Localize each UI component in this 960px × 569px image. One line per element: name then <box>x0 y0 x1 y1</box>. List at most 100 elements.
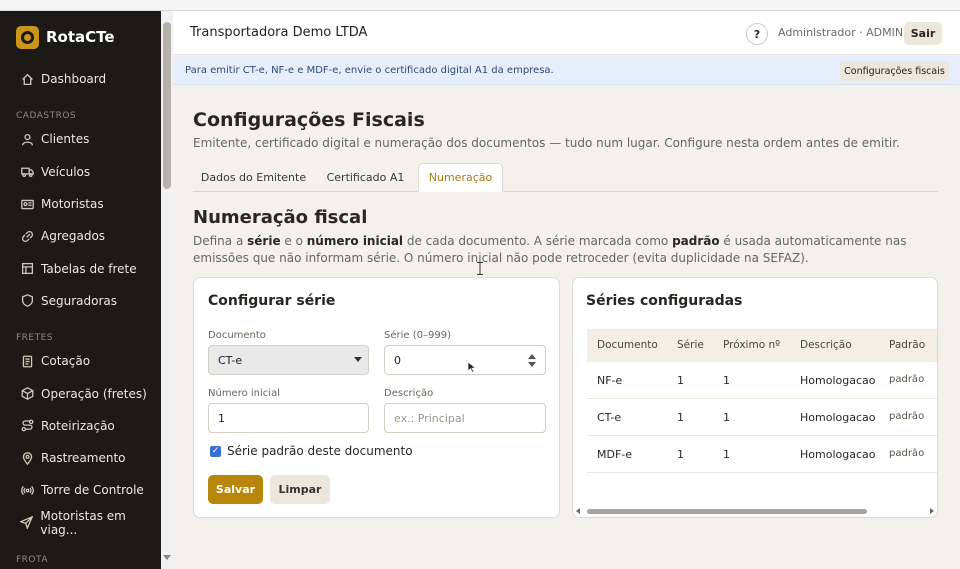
map-pin-icon <box>20 451 34 465</box>
logout-button[interactable]: Sair <box>904 22 942 45</box>
sidebar-item-cotacao[interactable]: Cotação <box>0 345 161 377</box>
cell-proximo: 1 <box>723 411 730 424</box>
numero-inicial-label: Número inicial <box>208 388 280 399</box>
mouse-pointer-icon <box>467 361 477 373</box>
descricao-input[interactable]: ex.: Principal <box>384 403 546 433</box>
sidebar-item-roteirizacao[interactable]: Roteirização <box>0 410 161 442</box>
serie-label: Série (0–999) <box>384 330 451 341</box>
table-scrollbar-thumb[interactable] <box>587 509 867 514</box>
link-icon <box>20 229 34 243</box>
app-name: RotaCTe <box>46 28 115 46</box>
sidebar-item-rastreamento[interactable]: Rastreamento <box>0 442 161 474</box>
padrao-checkbox[interactable]: ✓ <box>210 446 221 457</box>
page-subtitle: Emitente, certificado digital e numeraçã… <box>193 136 900 150</box>
sidebar-item-label: Operação (fretes) <box>41 386 147 401</box>
banner-text: Para emitir CT-e, NF-e e MDF-e, envie o … <box>185 65 554 76</box>
document-icon <box>20 354 34 368</box>
sidebar-item-label: Rastreamento <box>41 451 126 466</box>
cell-documento: MDF-e <box>597 448 633 461</box>
cell-documento: NF-e <box>597 374 623 387</box>
box-icon <box>20 387 34 401</box>
clear-button[interactable]: Limpar <box>270 475 330 504</box>
scroll-down-icon[interactable] <box>163 555 171 560</box>
sidebar-item-label: Motoristas em viag... <box>40 508 126 537</box>
sidebar-item-label: Tabelas de frete <box>41 261 137 276</box>
sidebar-item-label: Roteirização <box>41 418 115 433</box>
padrao-badge: padrão <box>889 448 925 459</box>
column-header[interactable]: Próximo nº <box>723 339 780 351</box>
sidebar-scrollbar-thumb[interactable] <box>163 22 171 189</box>
padrao-badge: padrão <box>889 411 925 422</box>
page-title: Configurações Fiscais <box>193 109 425 131</box>
cell-serie: 1 <box>677 374 684 387</box>
sidebar-section-frota: FROTA <box>16 554 48 565</box>
column-header[interactable]: Série <box>677 339 704 351</box>
sidebar-item-label: Clientes <box>41 132 90 147</box>
logo-icon <box>16 25 39 49</box>
browser-top-strip <box>0 0 960 11</box>
brand[interactable]: RotaCTe <box>0 11 161 63</box>
sidebar-item-dashboard[interactable]: Dashboard <box>0 63 161 95</box>
descricao-label: Descrição <box>384 388 434 399</box>
table-horizontal-scrollbar[interactable] <box>575 505 936 517</box>
scroll-right-icon[interactable] <box>930 508 934 514</box>
column-header[interactable]: Padrão <box>889 339 925 351</box>
section-description: Defina a série e o número inicial de cad… <box>193 234 907 265</box>
sidebar-item-agregados[interactable]: Agregados <box>0 220 161 252</box>
table-row[interactable]: NF-e 1 1 Homologacao padrão <box>587 362 937 399</box>
cell-descricao: Homologacao <box>800 448 876 461</box>
sidebar-section-cadastros: CADASTROS <box>16 111 77 122</box>
cell-serie: 1 <box>677 411 684 424</box>
sidebar-item-label: Seguradoras <box>41 293 118 308</box>
documento-select[interactable]: CT-e <box>208 345 369 375</box>
sidebar-item-veiculos[interactable]: Veículos <box>0 156 161 188</box>
save-button[interactable]: Salvar <box>208 475 263 504</box>
user-label: Administrador · ADMIN <box>778 26 904 39</box>
sidebar-item-torre-controle[interactable]: Torre de Controle <box>0 474 161 506</box>
id-card-icon <box>20 197 34 211</box>
series-list-title: Séries configuradas <box>586 293 743 309</box>
table-row[interactable]: CT-e 1 1 Homologacao padrão <box>587 399 937 436</box>
user-icon <box>20 132 34 146</box>
sidebar: RotaCTe Dashboard CADASTROS Clientes Veí… <box>0 11 161 569</box>
fiscal-settings-button[interactable]: Configurações fiscais <box>840 61 949 81</box>
send-icon <box>20 516 34 530</box>
cell-proximo: 1 <box>723 448 730 461</box>
sidebar-item-tabelas-frete[interactable]: Tabelas de frete <box>0 252 161 284</box>
sidebar-item-motoristas[interactable]: Motoristas <box>0 188 161 220</box>
column-header[interactable]: Documento <box>597 339 658 351</box>
home-icon <box>20 72 34 86</box>
tab-certificado-a1[interactable]: Certificado A1 <box>319 163 412 192</box>
table-row[interactable]: MDF-e 1 1 Homologacao padrão <box>587 436 937 473</box>
company-name: Transportadora Demo LTDA <box>190 25 368 40</box>
tab-numeracao[interactable]: Numeração <box>418 163 503 192</box>
sidebar-item-clientes[interactable]: Clientes <box>0 123 161 155</box>
form-title: Configurar série <box>208 293 336 309</box>
numero-inicial-input[interactable]: 1 <box>208 403 369 433</box>
stepper-icon[interactable] <box>528 354 536 368</box>
sidebar-item-seguradoras[interactable]: Seguradoras <box>0 285 161 317</box>
sidebar-item-label: Veículos <box>41 164 91 179</box>
padrao-checkbox-label[interactable]: Série padrão deste documento <box>227 444 413 458</box>
section-title: Numeração fiscal <box>193 207 368 228</box>
table-icon <box>20 262 34 276</box>
tab-dados-emitente[interactable]: Dados do Emitente <box>193 163 314 192</box>
route-icon <box>20 419 34 433</box>
sidebar-item-label: Cotação <box>41 354 91 369</box>
top-bar: Transportadora Demo LTDA ? Administrador… <box>173 11 960 55</box>
table-header: Documento Série Próximo nº Descrição Pad… <box>587 329 937 362</box>
cell-serie: 1 <box>677 448 684 461</box>
certificate-banner: Para emitir CT-e, NF-e e MDF-e, envie o … <box>173 56 960 85</box>
padrao-badge: padrão <box>889 374 925 385</box>
sidebar-item-label: Torre de Controle <box>41 483 144 498</box>
scroll-left-icon[interactable] <box>576 508 580 514</box>
truck-icon <box>20 165 34 179</box>
tabs: Dados do Emitente Certificado A1 Numeraç… <box>193 163 938 192</box>
sidebar-item-operacao[interactable]: Operação (fretes) <box>0 377 161 409</box>
help-button[interactable]: ? <box>746 23 768 45</box>
chevron-down-icon <box>354 357 362 362</box>
serie-input[interactable]: 0 <box>384 345 546 375</box>
sidebar-item-motoristas-viagem[interactable]: Motoristas em viag... <box>0 507 161 539</box>
column-header[interactable]: Descrição <box>800 339 852 351</box>
sidebar-item-label: Dashboard <box>41 72 107 87</box>
